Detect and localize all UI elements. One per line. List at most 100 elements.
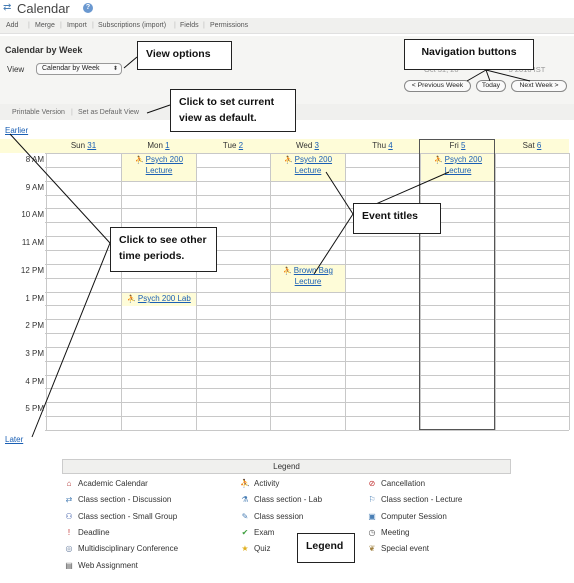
- day-header-wed: Wed 3: [270, 141, 345, 153]
- cancellation-icon: ⊘: [368, 479, 376, 488]
- exam-icon: ✔: [241, 528, 249, 537]
- calendar-event[interactable]: ⛹ Brown Bag Lecture: [271, 265, 345, 292]
- grid-vline: [345, 153, 346, 430]
- toolbar-separator: |: [92, 22, 94, 29]
- view-select[interactable]: Calendar by Week ⬍: [36, 63, 122, 75]
- previous-week-button[interactable]: < Previous Week: [404, 80, 471, 92]
- event-title-link[interactable]: Lecture: [295, 166, 322, 175]
- lecture-icon: ⚐: [368, 495, 376, 504]
- legend-item-label: Cancellation: [381, 479, 426, 488]
- toolbar-permissions-button[interactable]: Permissions: [210, 22, 248, 29]
- time-label: 5 PM: [25, 404, 44, 413]
- view-heading: Calendar by Week: [5, 45, 83, 55]
- day-header-sat: Sat 6: [495, 141, 569, 153]
- printable-version-button[interactable]: Printable Version: [12, 109, 65, 116]
- title-bar: ⇄ Calendar ?: [0, 0, 574, 16]
- day-header-tue: Tue 2: [196, 141, 270, 153]
- legend-item: ▣ Computer Session: [367, 511, 447, 523]
- toolbar-separator: |: [71, 109, 73, 116]
- next-week-button[interactable]: Next Week >: [511, 80, 567, 92]
- legend-item-label: Web Assignment: [78, 561, 138, 570]
- time-label: 2 PM: [25, 321, 44, 330]
- grid-vline: [121, 153, 122, 430]
- computer-session-icon: ▣: [368, 512, 376, 521]
- special-event-icon: ❦: [368, 544, 376, 553]
- day-date-link[interactable]: 4: [388, 141, 392, 150]
- legend-item: ! Deadline: [64, 527, 110, 539]
- time-periods-callout-line2: time periods.: [119, 250, 185, 262]
- set-default-callout: Click to set current view as default.: [170, 89, 296, 132]
- toolbar-subscriptions-button[interactable]: Subscriptions (import): [98, 22, 166, 29]
- toolbar-add-button[interactable]: Add: [6, 22, 18, 29]
- day-date-link[interactable]: 2: [239, 141, 243, 150]
- toolbar-merge-button[interactable]: Merge: [35, 22, 55, 29]
- time-label: 8 AM: [25, 155, 44, 164]
- set-default-callout-line2: view as default.: [179, 112, 257, 124]
- time-label: 12 PM: [20, 266, 44, 275]
- main-toolbar: Add | Merge | Import | Subscriptions (im…: [0, 18, 574, 34]
- grid-vline: [196, 153, 197, 430]
- day-header-mon: Mon 1: [121, 141, 196, 153]
- grid-vline: [46, 153, 47, 430]
- event-title-link[interactable]: Psych 200: [146, 155, 183, 164]
- event-title-link[interactable]: Psych 200: [295, 155, 332, 164]
- time-label: 11 AM: [21, 238, 44, 247]
- time-label: 3 PM: [25, 349, 44, 358]
- day-date-link[interactable]: 31: [87, 141, 96, 150]
- day-name: Wed: [296, 141, 315, 150]
- day-name: Mon: [147, 141, 166, 150]
- legend-item-label: Class section - Small Group: [78, 512, 178, 521]
- toolbar-separator: |: [203, 22, 205, 29]
- calendar-event[interactable]: ⛹ Psych 200 Lecture: [271, 154, 345, 181]
- grid-vline: [495, 153, 496, 430]
- legend-item: ◷ Meeting: [367, 527, 410, 539]
- legend-item: ✔ Exam: [240, 527, 275, 539]
- time-label: 4 PM: [25, 377, 44, 386]
- legend-item-label: Exam: [254, 528, 275, 537]
- quiz-icon: ★: [241, 544, 249, 553]
- day-name: Sun: [70, 141, 88, 150]
- event-titles-callout: Event titles: [353, 203, 441, 234]
- event-title-link[interactable]: Lecture: [295, 277, 322, 286]
- event-title-link[interactable]: Brown Bag: [294, 266, 333, 275]
- calendar-event[interactable]: ⛹ Psych 200 Lecture: [122, 154, 196, 181]
- activity-icon: ⛹: [240, 479, 250, 488]
- toolbar-fields-button[interactable]: Fields: [180, 22, 199, 29]
- grid-hline: [45, 430, 569, 431]
- day-name: Tue: [222, 141, 239, 150]
- web-assignment-icon: ▤: [65, 561, 73, 570]
- view-label: View: [7, 65, 25, 74]
- today-button[interactable]: Today: [476, 80, 506, 92]
- calendar-icon: ⇄: [3, 2, 12, 13]
- legend-item: ⚇ Class section - Small Group: [64, 511, 177, 523]
- legend-item: ★ Quiz: [240, 543, 270, 555]
- later-link[interactable]: Later: [5, 435, 23, 444]
- legend-item-label: Class section - Discussion: [78, 495, 172, 504]
- legend-item: ✎ Class session: [240, 511, 304, 523]
- legend-item-label: Academic Calendar: [78, 479, 148, 488]
- time-label: 9 AM: [25, 183, 44, 192]
- earlier-link[interactable]: Earlier: [5, 126, 28, 135]
- toolbar-separator: |: [60, 22, 62, 29]
- toolbar-import-button[interactable]: Import: [67, 22, 87, 29]
- legend-item-label: Class section - Lecture: [381, 495, 463, 504]
- legend-item-label: Computer Session: [381, 512, 447, 521]
- legend-item-label: Activity: [254, 479, 280, 488]
- legend-item: ⌂ Academic Calendar: [64, 478, 148, 490]
- set-default-callout-line1: Click to set current: [179, 96, 275, 108]
- grid-vline: [569, 153, 570, 430]
- time-periods-callout: Click to see other time periods.: [110, 227, 217, 272]
- day-date-link[interactable]: 3: [315, 141, 319, 150]
- set-default-view-button[interactable]: Set as Default View: [78, 109, 139, 116]
- meeting-icon: ◷: [368, 528, 376, 537]
- academic-calendar-icon: ⌂: [66, 479, 72, 488]
- calendar-event[interactable]: ⛹ Psych 200 Lab: [122, 293, 196, 306]
- help-icon[interactable]: ?: [83, 3, 93, 13]
- lab-icon: ⚗: [241, 495, 249, 504]
- day-date-link[interactable]: 1: [165, 141, 169, 150]
- day-date-link[interactable]: 6: [537, 141, 541, 150]
- event-title-link[interactable]: Psych 200 Lab: [138, 294, 191, 303]
- event-title-link[interactable]: Lecture: [146, 166, 173, 175]
- legend-item-label: Deadline: [78, 528, 110, 537]
- legend-item: ⚗ Class section - Lab: [240, 494, 322, 506]
